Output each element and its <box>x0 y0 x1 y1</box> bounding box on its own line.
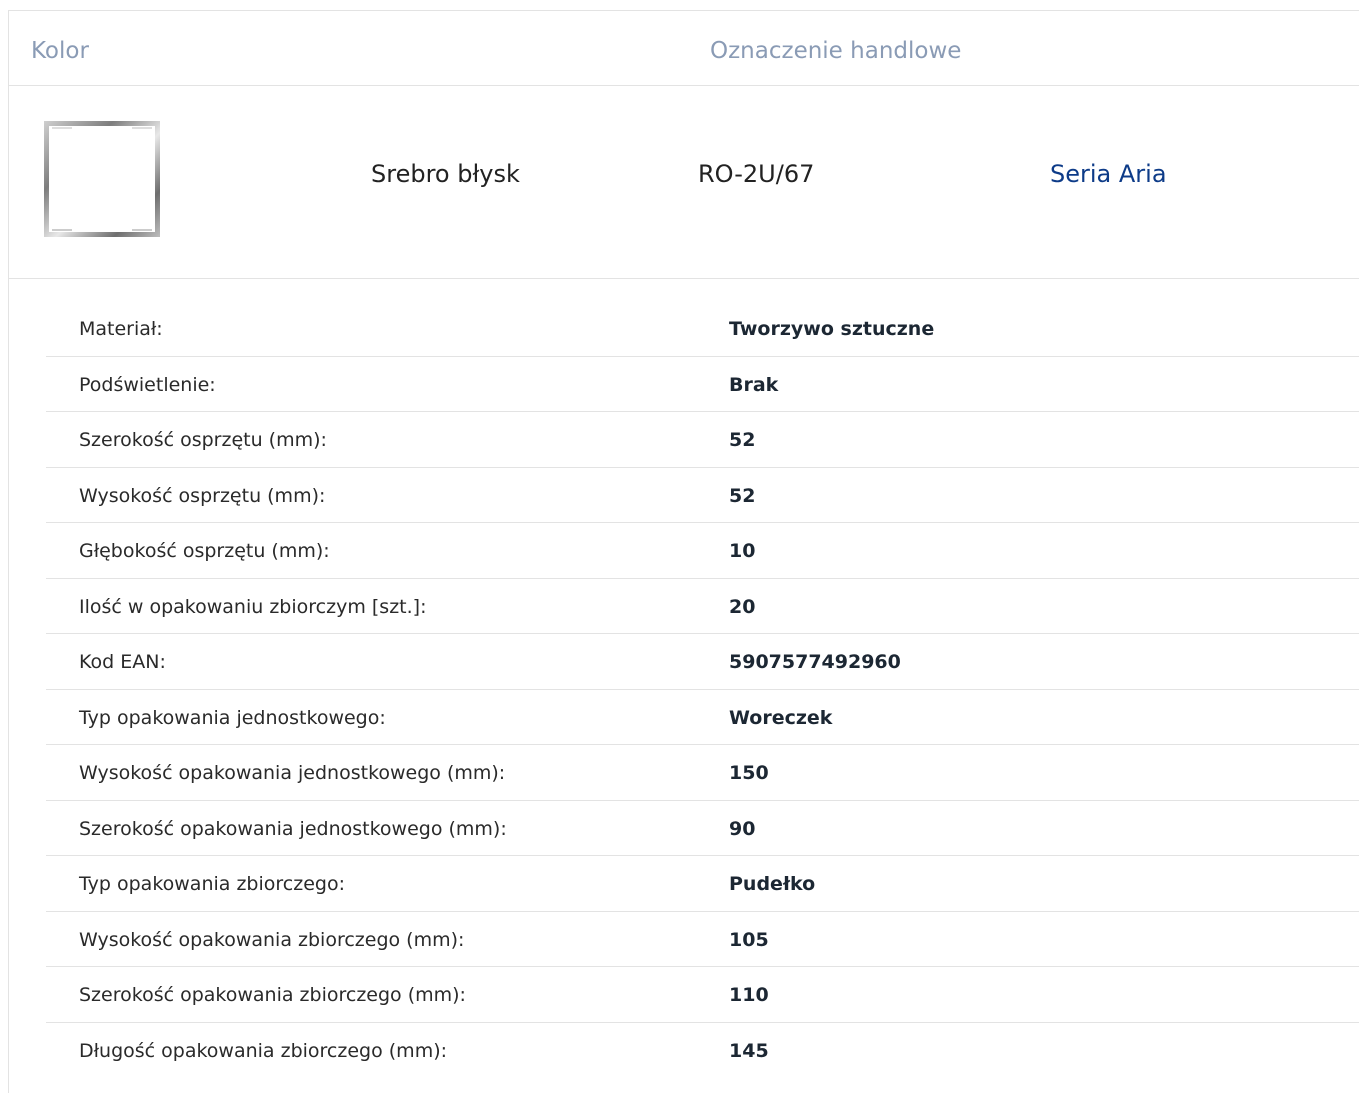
spec-label: Podświetlenie: <box>79 373 216 396</box>
spec-value: Pudełko <box>729 873 816 895</box>
spec-label: Wysokość opakowania jednostkowego (mm): <box>79 762 506 784</box>
spec-label: Wysokość osprzętu (mm): <box>79 484 326 507</box>
spec-label: Kod EAN: <box>79 651 166 673</box>
spec-row: Podświetlenie: Brak <box>46 357 1359 412</box>
spec-row: Wysokość opakowania zbiorczego (mm): 105 <box>46 912 1359 967</box>
spec-label: Typ opakowania zbiorczego: <box>79 873 345 895</box>
spec-value: 20 <box>729 595 756 618</box>
spec-value: 5907577492960 <box>729 651 901 673</box>
spec-value: 110 <box>729 984 769 1006</box>
spec-row: Typ opakowania zbiorczego: Pudełko <box>46 856 1359 912</box>
spec-value: 150 <box>729 762 769 784</box>
spec-value: 10 <box>729 540 756 562</box>
product-code: RO-2U/67 <box>698 160 815 188</box>
table-header: Kolor Oznaczenie handlowe <box>9 11 1359 86</box>
spec-value: Woreczek <box>729 706 833 729</box>
spec-row: Ilość w opakowaniu zbiorczym [szt.]: 20 <box>46 579 1359 634</box>
spec-row: Wysokość osprzętu (mm): 52 <box>46 468 1359 523</box>
header-color: Kolor <box>31 38 89 64</box>
series-link[interactable]: Seria Aria <box>1050 157 1167 191</box>
spec-label: Szerokość opakowania jednostkowego (mm): <box>79 817 507 840</box>
spec-label: Głębokość osprzętu (mm): <box>79 540 330 562</box>
spec-value: 145 <box>729 1039 769 1062</box>
spec-row: Głębokość osprzętu (mm): 10 <box>46 523 1359 579</box>
spec-label: Szerokość opakowania zbiorczego (mm): <box>79 984 466 1006</box>
spec-value: 105 <box>729 928 769 951</box>
spec-row: Szerokość opakowania jednostkowego (mm):… <box>46 801 1359 856</box>
product-row: Srebro błysk RO-2U/67 Seria Aria <box>9 86 1359 279</box>
spec-list: Materiał: Tworzywo sztuczne Podświetlenie:… <box>46 301 1359 1078</box>
spec-value: Tworzywo sztuczne <box>729 318 935 340</box>
spec-label: Szerokość osprzętu (mm): <box>79 429 327 451</box>
spec-row: Szerokość opakowania zbiorczego (mm): 110 <box>46 967 1359 1023</box>
spec-label: Ilość w opakowaniu zbiorczym [szt.]: <box>79 595 427 618</box>
spec-label: Długość opakowania zbiorczego (mm): <box>79 1039 448 1062</box>
spec-row: Długość opakowania zbiorczego (mm): 145 <box>46 1023 1359 1079</box>
spec-label: Typ opakowania jednostkowego: <box>79 706 386 729</box>
spec-label: Wysokość opakowania zbiorczego (mm): <box>79 928 465 951</box>
spec-row: Wysokość opakowania jednostkowego (mm): 1… <box>46 745 1359 801</box>
spec-row: Kod EAN: 5907577492960 <box>46 634 1359 690</box>
product-color-name: Srebro błysk <box>371 160 520 188</box>
spec-row: Typ opakowania jednostkowego: Woreczek <box>46 690 1359 745</box>
spec-row: Materiał: Tworzywo sztuczne <box>46 301 1359 357</box>
spec-row: Szerokość osprzętu (mm): 52 <box>46 412 1359 468</box>
spec-value: 52 <box>729 484 756 507</box>
spec-label: Materiał: <box>79 318 163 340</box>
product-table: Kolor Oznaczenie handlowe Srebro błysk R… <box>8 10 1359 1093</box>
spec-value: 90 <box>729 817 756 840</box>
header-trade-name: Oznaczenie handlowe <box>710 38 962 64</box>
spec-value: Brak <box>729 373 779 396</box>
product-thumbnail[interactable] <box>42 119 162 239</box>
spec-value: 52 <box>729 429 756 451</box>
